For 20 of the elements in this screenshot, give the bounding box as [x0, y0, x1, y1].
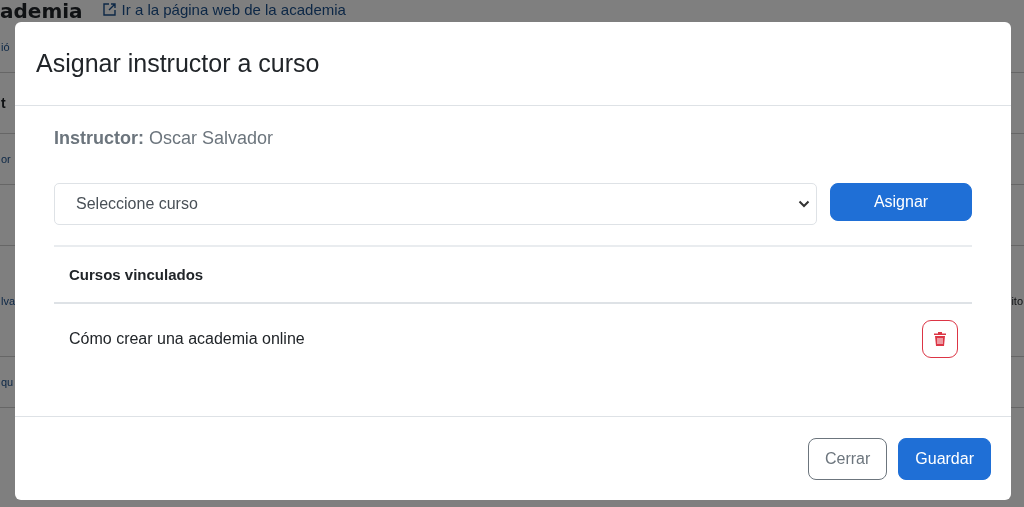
assign-button[interactable]: Asignar	[830, 183, 972, 221]
table-cell: or	[0, 153, 12, 165]
external-link-icon	[102, 3, 116, 16]
modal-title: Asignar instructor a curso	[36, 49, 320, 78]
delete-button[interactable]	[922, 320, 958, 358]
column-header: Cursos vinculados	[69, 266, 204, 283]
trash-icon	[934, 332, 946, 346]
close-button[interactable]: Cerrar	[807, 437, 888, 480]
table-cell: ito	[1010, 295, 1024, 307]
page-heading: ademia	[0, 0, 83, 22]
course-select[interactable]: Seleccione curso	[54, 183, 817, 225]
save-button[interactable]: Guardar	[898, 437, 991, 480]
instructor-text: Instructor: Oscar Salvador	[54, 128, 275, 149]
table-cell: qu	[0, 376, 15, 388]
table-cell: t	[0, 95, 7, 111]
chevron-down-icon	[798, 200, 810, 208]
table-cell: lva	[0, 295, 17, 307]
table-cell: ió	[0, 41, 11, 53]
website-link[interactable]: Ir a la página web de la academia	[102, 1, 346, 18]
table-cell: Cómo crear una academia online	[69, 330, 305, 348]
